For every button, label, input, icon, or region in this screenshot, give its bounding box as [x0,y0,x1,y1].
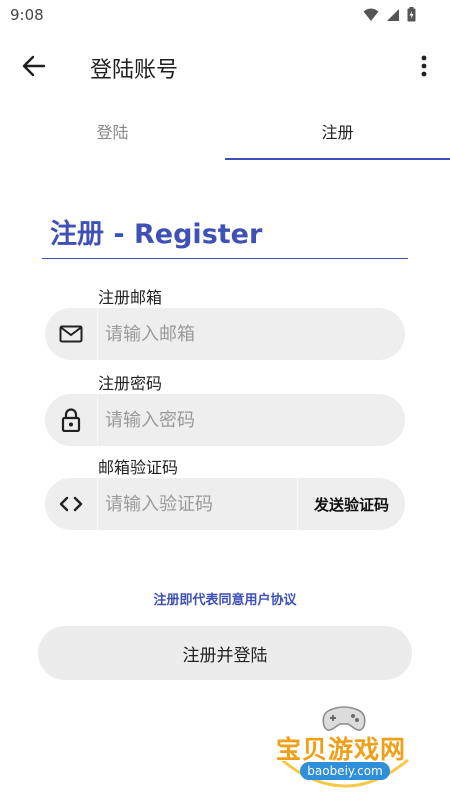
arrow-back-icon [22,55,46,77]
password-label: 注册密码 [98,374,163,393]
tab-login[interactable]: 登陆 [0,104,225,160]
tab-register[interactable]: 注册 [225,104,450,160]
code-icon-box [45,478,97,530]
code-field-container: 发送验证码 [45,478,405,530]
user-agreement-link[interactable]: 注册即代表同意用户协议 [0,589,450,608]
more-vert-icon [421,55,427,77]
field-separator [97,394,98,446]
wifi-icon [363,8,379,21]
status-icons [363,7,416,22]
more-options-button[interactable] [414,50,434,82]
email-icon-box [45,308,97,360]
watermark-text: 宝贝游戏网 [276,735,407,764]
verification-code-input[interactable] [105,478,290,530]
tab-indicator [225,158,450,160]
status-bar: 9:08 [0,0,450,32]
field-separator [97,308,98,360]
email-label: 注册邮箱 [98,288,163,307]
battery-icon [407,7,416,22]
field-separator [97,478,98,530]
app-bar: 登陆账号 [0,40,450,92]
form-title: 注册 - Register [50,219,263,250]
password-icon-box [45,394,97,446]
back-button[interactable] [18,52,50,80]
register-and-login-button[interactable]: 注册并登陆 [38,626,412,680]
status-time: 9:08 [10,6,44,24]
password-field-container [45,394,405,446]
title-divider [42,258,408,259]
code-brackets-icon [59,496,83,512]
page-title: 登陆账号 [90,58,179,83]
code-label: 邮箱验证码 [98,458,179,477]
lock-icon [61,408,81,432]
mail-icon [59,325,83,343]
email-field-container [45,308,405,360]
tab-bar: 登陆 注册 [0,104,450,160]
cellular-signal-icon [387,8,399,21]
watermark-logo: 宝贝游戏网 baobeiy.com [270,700,420,795]
watermark-url: baobeiy.com [300,762,390,780]
password-input[interactable] [105,394,335,446]
email-input[interactable] [105,308,335,360]
send-code-button[interactable]: 发送验证码 [298,478,405,530]
